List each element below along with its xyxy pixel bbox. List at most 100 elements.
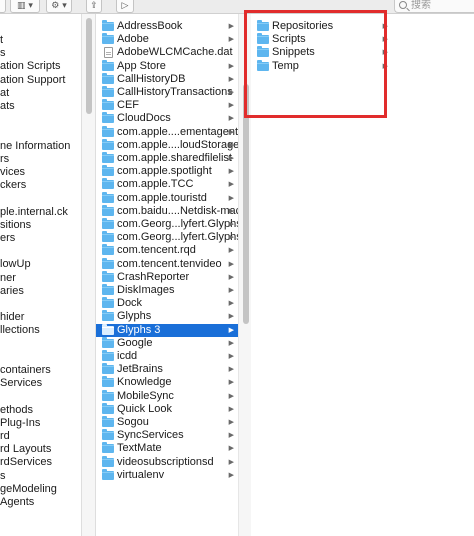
list-item[interactable]: ethods	[0, 404, 81, 417]
list-item[interactable]: AdobeWLCMCache.dat	[96, 46, 238, 59]
list-item[interactable]: com.Georg...lyfert.Glyphs2 ▶	[96, 218, 238, 231]
list-item[interactable]: videosubscriptionsd ▶	[96, 455, 238, 469]
list-item[interactable]: Dock ▶	[96, 297, 238, 310]
folder-icon	[102, 231, 114, 243]
list-item[interactable]: llections	[0, 324, 81, 337]
list-item[interactable]: AddressBook ▶	[96, 20, 238, 33]
list-item-label: geModeling	[0, 482, 57, 495]
list-item[interactable]: com.apple....loudStorage ▶	[96, 138, 238, 152]
list-item[interactable]: Services	[0, 377, 81, 390]
list-item[interactable]: s	[0, 470, 81, 483]
list-item[interactable]: CloudDocs ▶	[96, 112, 238, 125]
list-item[interactable]: com.apple....ementagent ▶	[96, 125, 238, 139]
list-item[interactable]	[0, 390, 81, 403]
list-item[interactable]: s	[0, 47, 81, 60]
list-item[interactable]: ple.internal.ck	[0, 206, 81, 219]
folder-icon	[102, 468, 114, 480]
list-item[interactable]: com.apple.touristd ▶	[96, 191, 238, 205]
list-item[interactable]: containers	[0, 364, 81, 377]
folder-icon	[102, 429, 114, 441]
list-item[interactable]: ation Scripts	[0, 60, 81, 73]
list-item[interactable]: com.tencent.tenvideo ▶	[96, 257, 238, 271]
share-button[interactable]: ⇪	[86, 0, 102, 13]
list-item[interactable]: vices	[0, 166, 81, 179]
list-item[interactable]: com.apple.TCC ▶	[96, 178, 238, 191]
list-item[interactable]	[0, 192, 81, 205]
list-item[interactable]: JetBrains ▶	[96, 363, 238, 376]
list-item[interactable]: sitions	[0, 219, 81, 232]
list-item[interactable]: Google ▶	[96, 336, 238, 350]
list-item[interactable]: ne Information	[0, 140, 81, 153]
list-item[interactable]: CallHistoryDB ▶	[96, 72, 238, 86]
list-item[interactable]: hider	[0, 311, 81, 324]
list-item[interactable]	[0, 522, 81, 535]
list-item[interactable]: at	[0, 87, 81, 100]
list-item[interactable]: SyncServices ▶	[96, 429, 238, 442]
grid-view-icon: ▥	[17, 1, 26, 11]
list-item[interactable]: CEF ▶	[96, 99, 238, 112]
list-item[interactable]: Glyphs ▶	[96, 310, 238, 323]
list-item[interactable]	[0, 338, 81, 351]
list-item[interactable]: Sogou ▶	[96, 416, 238, 429]
action-menu-button[interactable]: ⚙ ▾	[46, 0, 72, 13]
scrollbar-thumb[interactable]	[243, 84, 249, 324]
list-item[interactable]: ers	[0, 232, 81, 245]
list-item[interactable]: rdServices	[0, 456, 81, 469]
list-item-label: App Store	[117, 59, 166, 72]
view-options-button[interactable]: ▥ ▾	[10, 0, 40, 13]
list-item[interactable]	[0, 298, 81, 311]
list-item[interactable]: ckers	[0, 179, 81, 192]
list-item[interactable]: MobileSync ▶	[96, 389, 238, 403]
list-item[interactable]	[0, 113, 81, 126]
list-item[interactable]: ats	[0, 100, 81, 113]
list-item[interactable]: ation Support	[0, 74, 81, 87]
list-item[interactable]	[0, 509, 81, 522]
list-item[interactable]: rs	[0, 153, 81, 166]
column-library-scrollbar[interactable]	[82, 14, 96, 536]
list-item-label: rd	[0, 430, 10, 442]
back-button[interactable]	[0, 0, 6, 13]
list-item[interactable]: App Store ▶	[96, 59, 238, 73]
list-item[interactable]	[0, 351, 81, 364]
list-item[interactable]: t	[0, 34, 81, 47]
list-item[interactable]: com.Georg...lyfert.Glyphs3 ▶	[96, 231, 238, 244]
chevron-right-icon: ▶	[228, 338, 234, 347]
list-item[interactable]: Plug-Ins	[0, 417, 81, 430]
list-item[interactable]: Knowledge ▶	[96, 376, 238, 389]
list-item[interactable]: com.tencent.rqd ▶	[96, 244, 238, 257]
list-item[interactable]: aries	[0, 285, 81, 298]
list-item[interactable]: Agents	[0, 496, 81, 509]
list-item[interactable]: ner	[0, 272, 81, 285]
list-item[interactable]: Glyphs 3 ▶	[96, 323, 238, 337]
scrollbar-thumb[interactable]	[86, 18, 92, 114]
list-item[interactable]: geModeling	[0, 483, 81, 496]
folder-icon	[102, 323, 114, 335]
list-item[interactable]: com.apple.spotlight ▶	[96, 165, 238, 178]
list-item[interactable]: icdd ▶	[96, 350, 238, 363]
chevron-right-icon: ▶	[228, 365, 234, 374]
search-field[interactable]: 搜索	[394, 0, 474, 13]
list-item[interactable]: DiskImages ▶	[96, 284, 238, 297]
list-item[interactable]: CrashReporter ▶	[96, 270, 238, 284]
list-item[interactable]: Quick Look ▶	[96, 402, 238, 416]
list-item[interactable]: CallHistoryTransactions ▶	[96, 86, 238, 99]
list-item[interactable]: com.apple.sharedfilelist ▶	[96, 152, 238, 165]
chevron-right-icon: ▶	[228, 352, 234, 360]
search-icon	[399, 1, 407, 9]
list-item[interactable]: rd	[0, 430, 81, 443]
list-item[interactable]: TextMate ▶	[96, 442, 238, 455]
list-item-label: DiskImages	[117, 284, 175, 296]
folder-icon	[102, 455, 114, 467]
list-item[interactable]: rd Layouts	[0, 443, 81, 456]
list-item-label: ats	[0, 100, 15, 112]
list-item[interactable]: virtualenv ▶	[96, 468, 238, 482]
list-item-label: com.tencent.rqd	[117, 244, 196, 257]
list-item[interactable]	[0, 245, 81, 258]
chevron-right-icon: ▶	[228, 246, 234, 255]
list-item[interactable]: com.baidu....Netdisk-mac ▶	[96, 204, 238, 218]
list-item[interactable]	[0, 126, 81, 139]
list-item[interactable]: Adobe ▶	[96, 33, 238, 46]
list-item-label: Plug-Ins	[0, 416, 41, 429]
tags-button[interactable]: ▷	[116, 0, 134, 13]
list-item[interactable]: lowUp	[0, 258, 81, 271]
